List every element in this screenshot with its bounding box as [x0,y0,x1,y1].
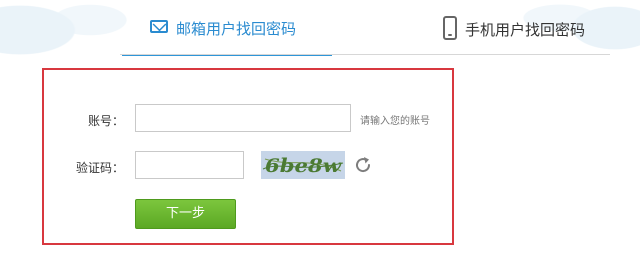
captcha-label: 验证码： [75,161,124,175]
phone-icon [443,16,457,40]
tab-email-recovery[interactable]: 邮箱用户找回密码 [121,18,333,56]
recovery-form: 账号： 请输入您的账号 验证码： 6be8w 下一步 [42,68,454,245]
account-label: 账号： [87,114,124,128]
tab-phone-label: 手机用户找回密码 [465,21,586,39]
mail-icon [150,20,168,33]
captcha-input[interactable] [135,151,244,179]
captcha-text: 6be8w [265,155,342,177]
account-hint: 请输入您的账号 [360,116,430,127]
tab-phone-recovery[interactable]: 手机用户找回密码 [443,16,585,54]
tab-email-label: 邮箱用户找回密码 [176,20,297,38]
recovery-tabs: 邮箱用户找回密码 手机用户找回密码 [0,0,640,56]
refresh-icon[interactable] [353,155,373,175]
next-step-button[interactable]: 下一步 [135,199,236,229]
captcha-image[interactable]: 6be8w [261,151,345,179]
account-input[interactable] [135,104,351,132]
tabs-divider [120,54,610,55]
